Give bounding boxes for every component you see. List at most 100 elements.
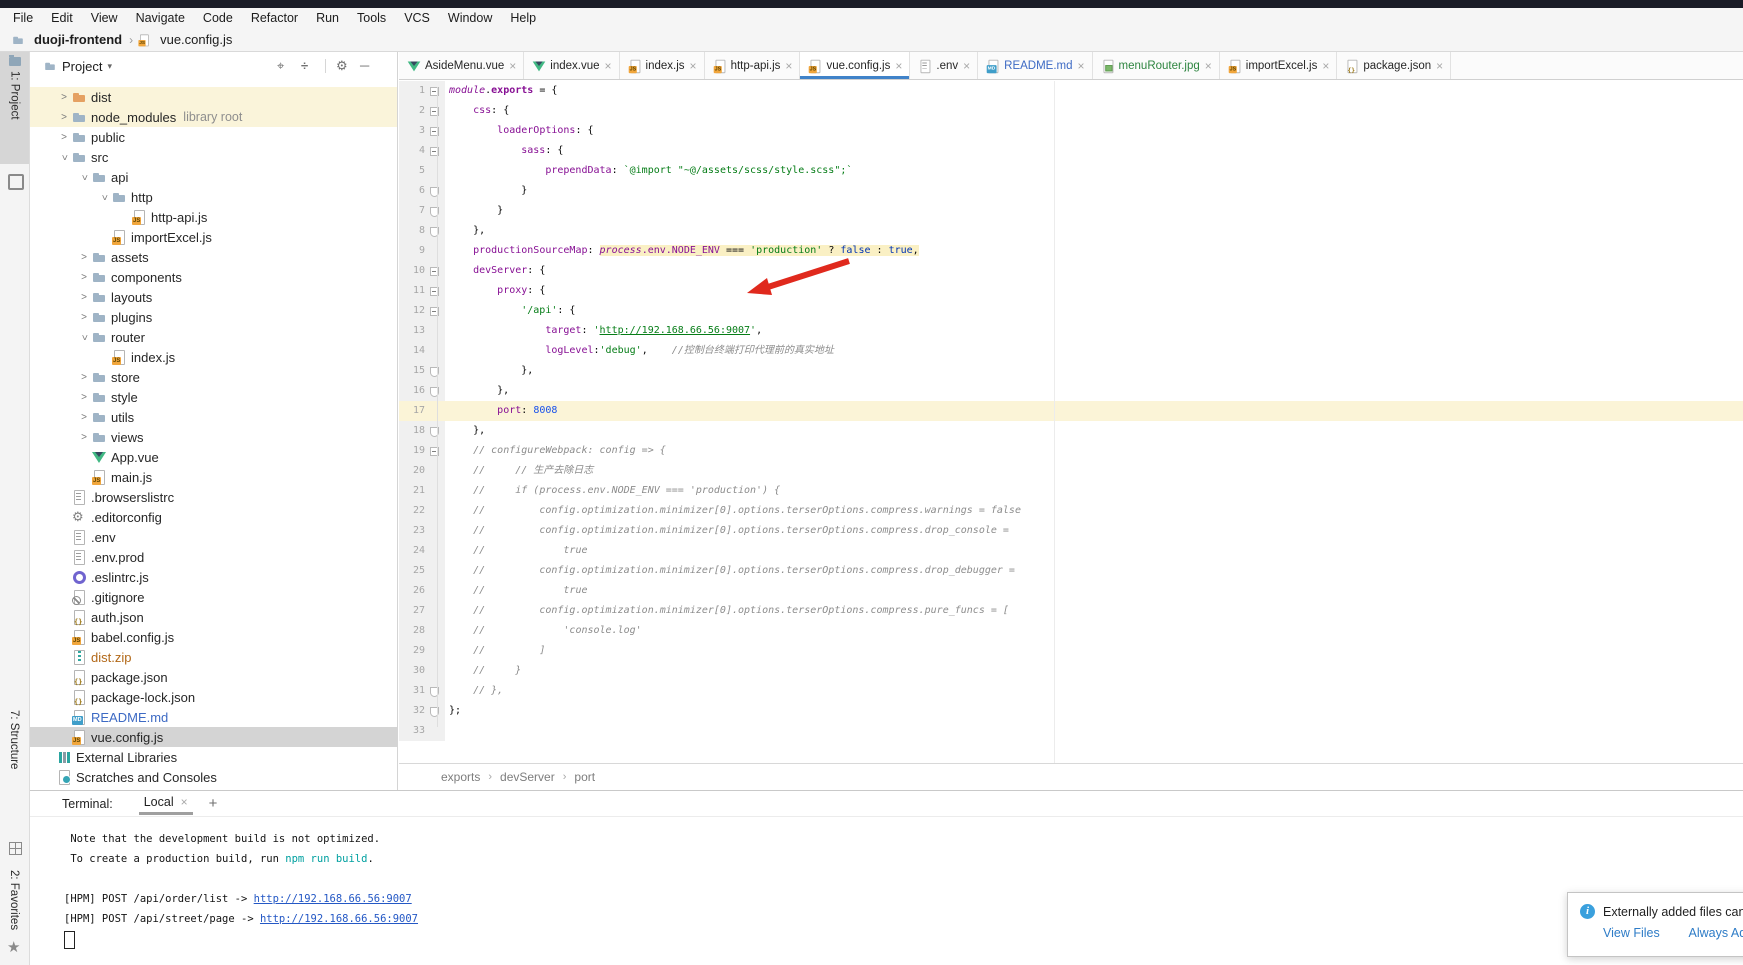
breadcrumb-devserver[interactable]: devServer (500, 770, 555, 784)
always-add-link[interactable]: Always Add (1689, 926, 1743, 940)
editor-tab-vue.config.js[interactable]: vue.config.js (800, 52, 910, 79)
code-line-25[interactable]: 25 // config.optimization.minimizer[0].o… (399, 561, 1743, 581)
code-line-4[interactable]: 4 sass: { (399, 141, 1743, 161)
tree-item-dist[interactable]: >dist (30, 87, 397, 107)
code-line-20[interactable]: 20 // // 生产去除日志 (399, 461, 1743, 481)
code-line-31[interactable]: 31 // }, (399, 681, 1743, 701)
code-line-23[interactable]: 23 // config.optimization.minimizer[0].o… (399, 521, 1743, 541)
fold-start-icon[interactable] (425, 261, 443, 281)
terminal-link[interactable]: http://192.168.66.56:9007 (260, 913, 418, 925)
view-files-link[interactable]: View Files (1603, 926, 1660, 940)
code-line-16[interactable]: 16 }, (399, 381, 1743, 401)
tree-item-api[interactable]: >api (30, 167, 397, 187)
tree-item-babel.config.js[interactable]: babel.config.js (30, 627, 397, 647)
code-line-26[interactable]: 26 // true (399, 581, 1743, 601)
code-line-10[interactable]: 10 devServer: { (399, 261, 1743, 281)
fold-start-icon[interactable] (425, 121, 443, 141)
tree-item-assets[interactable]: >assets (30, 247, 397, 267)
tree-item-http[interactable]: >http (30, 187, 397, 207)
tree-item-.env.prod[interactable]: .env.prod (30, 547, 397, 567)
tree-item-router[interactable]: >router (30, 327, 397, 347)
code-line-33[interactable]: 33 (399, 721, 1743, 741)
collapse-all-icon[interactable]: ÷ (301, 58, 308, 73)
tree-item-package.json[interactable]: package.json (30, 667, 397, 687)
close-icon[interactable] (895, 59, 902, 73)
close-icon[interactable] (605, 59, 612, 73)
code-line-9[interactable]: 9 productionSourceMap: process.env.NODE_… (399, 241, 1743, 261)
close-icon[interactable] (1078, 59, 1085, 73)
tree-item-utils[interactable]: >utils (30, 407, 397, 427)
tree-item-http-api.js[interactable]: http-api.js (30, 207, 397, 227)
tree-item-vue.config.js[interactable]: vue.config.js (30, 727, 397, 747)
tree-item-App.vue[interactable]: App.vue (30, 447, 397, 467)
menu-item-code[interactable]: Code (194, 8, 242, 28)
terminal-tab-local[interactable]: Local (139, 792, 193, 815)
breadcrumb-exports[interactable]: exports (441, 770, 480, 784)
code-line-6[interactable]: 6 } (399, 181, 1743, 201)
chevron-icon[interactable]: > (77, 392, 91, 403)
commit-tool-icon[interactable] (8, 174, 24, 190)
chevron-icon[interactable]: > (57, 92, 71, 103)
code-line-18[interactable]: 18 }, (399, 421, 1743, 441)
tree-item-layouts[interactable]: >layouts (30, 287, 397, 307)
code-line-11[interactable]: 11 proxy: { (399, 281, 1743, 301)
tree-item-node_modules[interactable]: >node_moduleslibrary root (30, 107, 397, 127)
chevron-icon[interactable]: > (77, 292, 91, 303)
close-icon[interactable] (690, 59, 697, 73)
editor-tab-AsideMenu.vue[interactable]: AsideMenu.vue (399, 52, 524, 79)
close-icon[interactable] (509, 59, 516, 73)
editor-tab-importExcel.js[interactable]: importExcel.js (1220, 52, 1338, 79)
fold-start-icon[interactable] (425, 281, 443, 301)
code-line-17[interactable]: 17 port: 8008 (399, 401, 1743, 421)
tree-item-plugins[interactable]: >plugins (30, 307, 397, 327)
code-line-27[interactable]: 27 // config.optimization.minimizer[0].o… (399, 601, 1743, 621)
editor-tab-menuRouter.jpg[interactable]: menuRouter.jpg (1093, 52, 1220, 79)
code-line-2[interactable]: 2 css: { (399, 101, 1743, 121)
menu-item-file[interactable]: File (4, 8, 42, 28)
code-line-12[interactable]: 12 '/api': { (399, 301, 1743, 321)
tree-item-.gitignore[interactable]: .gitignore (30, 587, 397, 607)
fold-start-icon[interactable] (425, 81, 443, 101)
code-line-29[interactable]: 29 // ] (399, 641, 1743, 661)
hide-panel-icon[interactable]: ─ (360, 58, 369, 73)
tree-item-index.js[interactable]: index.js (30, 347, 397, 367)
code-line-5[interactable]: 5 prependData: `@import "~@/assets/scss/… (399, 161, 1743, 181)
terminal-link[interactable]: http://192.168.66.56:9007 (254, 893, 412, 905)
close-icon[interactable] (1436, 59, 1443, 73)
menu-item-view[interactable]: View (82, 8, 127, 28)
fold-start-icon[interactable] (425, 441, 443, 461)
tree-item-components[interactable]: >components (30, 267, 397, 287)
code-line-21[interactable]: 21 // if (process.env.NODE_ENV === 'prod… (399, 481, 1743, 501)
fold-end-icon[interactable] (425, 181, 443, 201)
editor-tab-index.vue[interactable]: index.vue (524, 52, 619, 79)
breadcrumb-project[interactable]: duoji-frontend (34, 32, 122, 47)
terminal-output[interactable]: Note that the development build is not o… (30, 817, 1743, 949)
menu-item-vcs[interactable]: VCS (395, 8, 439, 28)
tree-item-importExcel.js[interactable]: importExcel.js (30, 227, 397, 247)
fold-end-icon[interactable] (425, 381, 443, 401)
code-line-32[interactable]: 32}; (399, 701, 1743, 721)
tree-item-public[interactable]: >public (30, 127, 397, 147)
code-line-13[interactable]: 13 target: 'http://192.168.66.56:9007', (399, 321, 1743, 341)
menu-item-edit[interactable]: Edit (42, 8, 82, 28)
chevron-icon[interactable]: > (57, 112, 71, 123)
grid-tool-icon[interactable] (9, 842, 22, 855)
menu-item-tools[interactable]: Tools (348, 8, 395, 28)
tree-item-Scratches and Consoles[interactable]: Scratches and Consoles (30, 767, 397, 787)
close-icon[interactable] (963, 59, 970, 73)
code-line-14[interactable]: 14 logLevel:'debug', //控制台终端打印代理前的真实地址 (399, 341, 1743, 361)
chevron-icon[interactable]: > (99, 190, 110, 204)
code-line-1[interactable]: 1module.exports = { (399, 81, 1743, 101)
tree-item-package-lock.json[interactable]: package-lock.json (30, 687, 397, 707)
code-line-28[interactable]: 28 // 'console.log' (399, 621, 1743, 641)
chevron-icon[interactable]: > (79, 170, 90, 184)
tree-item-style[interactable]: >style (30, 387, 397, 407)
code-line-30[interactable]: 30 // } (399, 661, 1743, 681)
fold-end-icon[interactable] (425, 221, 443, 241)
close-icon[interactable] (785, 59, 792, 73)
chevron-icon[interactable]: > (77, 432, 91, 443)
menu-item-run[interactable]: Run (307, 8, 348, 28)
fold-end-icon[interactable] (425, 201, 443, 221)
fold-start-icon[interactable] (425, 101, 443, 121)
code-line-24[interactable]: 24 // true (399, 541, 1743, 561)
